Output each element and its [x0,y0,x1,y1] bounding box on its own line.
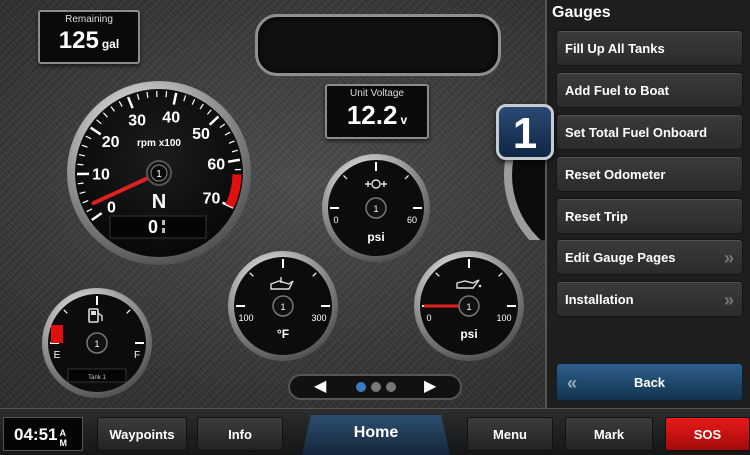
clock-am-pm-bottom: M [59,438,67,448]
menu-item-fill-up-all-tanks[interactable]: Fill Up All Tanks [556,30,743,66]
fuel-remaining-readout: Remaining 125 gal [38,10,140,64]
temperature-gauge[interactable]: 1 100 300 °F [227,250,339,362]
fuel-remaining-value: 125 [58,27,99,54]
oil-pressure-center-number: 1 [466,302,471,312]
fuel-empty-label: E [54,350,61,361]
next-page-button[interactable]: ▶ [424,376,436,398]
menu-item-label: Edit Gauge Pages [565,250,676,265]
tach-tick [165,91,168,98]
unit-voltage-readout: Unit Voltage 12.2 v [325,84,429,139]
menu-item-reset-trip[interactable]: Reset Trip [556,198,743,234]
tach-tick-label: 10 [92,167,110,184]
menu-item-edit-gauge-pages[interactable]: Edit Gauge Pages » [556,239,743,275]
menu-item-add-fuel-to-boat[interactable]: Add Fuel to Boat [556,72,743,108]
temperature-unit-label: °F [277,327,289,341]
oil-pressure-max-label: 100 [496,313,511,323]
info-button[interactable]: Info [197,417,283,451]
tach-center-number: 1 [156,169,162,180]
page-pager: ◀ ▶ [288,374,462,400]
oil-pressure-gauge[interactable]: 1 0 100 psi [413,250,525,362]
back-button[interactable]: « Back [556,363,743,401]
chevron-left-icon: « [567,373,578,393]
menu-button[interactable]: Menu [467,417,553,451]
page-dot-2[interactable] [371,382,381,392]
gauges-screen: Remaining 125 gal Unit Voltage 12.2 v 0 10 2… [0,0,750,455]
pressure-center-number: 1 [373,204,378,214]
fuel-center-number: 1 [94,339,99,349]
menu-title: Gauges [552,4,611,21]
mark-button[interactable]: Mark [565,417,653,451]
step-number-badge: 1 [496,104,554,160]
tach-gear-indicator: N [152,191,166,213]
pressure-min-label: 0 [333,215,338,225]
temperature-center-number: 1 [280,302,285,312]
home-button[interactable]: Home [302,415,450,455]
chevron-right-icon: » [723,290,734,310]
prev-page-button[interactable]: ◀ [314,376,326,398]
tach-digital-value: 0 [148,217,158,237]
page-dot-1[interactable] [356,382,366,392]
tach-tick-label: 50 [192,126,210,143]
oil-pressure-unit-label: psi [460,327,477,341]
menu-item-label: Set Total Fuel Onboard [565,125,708,140]
menu-item-reset-odometer[interactable]: Reset Odometer [556,156,743,192]
unit-voltage-value: 12.2 [346,100,398,130]
clock-time: 04:51 [14,425,58,444]
gauges-menu: Gauges Fill Up All Tanks Add Fuel to Boa… [545,0,750,408]
top-status-panel [255,14,501,76]
tach-tick-label: 30 [128,112,146,129]
menu-item-label: Reset Odometer [565,167,666,182]
tach-tick-label: 70 [203,191,221,208]
waypoints-button[interactable]: Waypoints [97,417,187,451]
tach-unit-label: rpm x100 [137,138,181,149]
tach-tick [77,163,84,166]
temperature-min-label: 100 [238,313,253,323]
temperature-max-label: 300 [311,313,326,323]
fuel-tank-label: Tank 1 [88,375,106,381]
clock-display: 04:51 A M [3,417,83,451]
menu-item-label: Fill Up All Tanks [565,41,665,56]
pressure-unit-label: psi [367,230,384,244]
fuel-full-label: F [134,350,140,361]
oil-pressure-min-label: 0 [426,313,431,323]
fuel-tank-gauge[interactable]: 1 E F Tank 1 [41,287,153,399]
clock-am-pm-top: A [59,428,66,438]
tach-tick-label: 20 [102,134,120,151]
page-dot-3[interactable] [386,382,396,392]
menu-item-label: Installation [565,292,634,307]
pressure-gauge[interactable]: 1 0 60 psi [321,153,431,263]
tachometer-gauge[interactable]: 0 10 20 30 40 50 60 70 rpm x100 1 N 0 [66,80,252,266]
sos-button[interactable]: SOS [665,417,750,451]
menu-item-installation[interactable]: Installation » [556,281,743,317]
fuel-level-bar [51,325,63,343]
tach-tick-label: 0 [107,199,116,216]
tach-tick [77,182,84,185]
menu-item-set-total-fuel-onboard[interactable]: Set Total Fuel Onboard [556,114,743,150]
menu-item-label: Reset Trip [565,209,628,224]
chevron-right-icon: » [723,248,734,268]
back-button-label: Back [633,375,666,390]
menu-item-label: Add Fuel to Boat [565,83,669,98]
fuel-remaining-unit: gal [101,37,120,51]
fuel-remaining-label: Remaining [65,14,113,25]
unit-voltage-label: Unit Voltage [350,88,404,99]
tach-tick-label: 40 [162,109,180,126]
pressure-max-label: 60 [407,215,417,225]
unit-voltage-unit: v [400,113,408,127]
tach-tick-label: 60 [207,157,225,174]
